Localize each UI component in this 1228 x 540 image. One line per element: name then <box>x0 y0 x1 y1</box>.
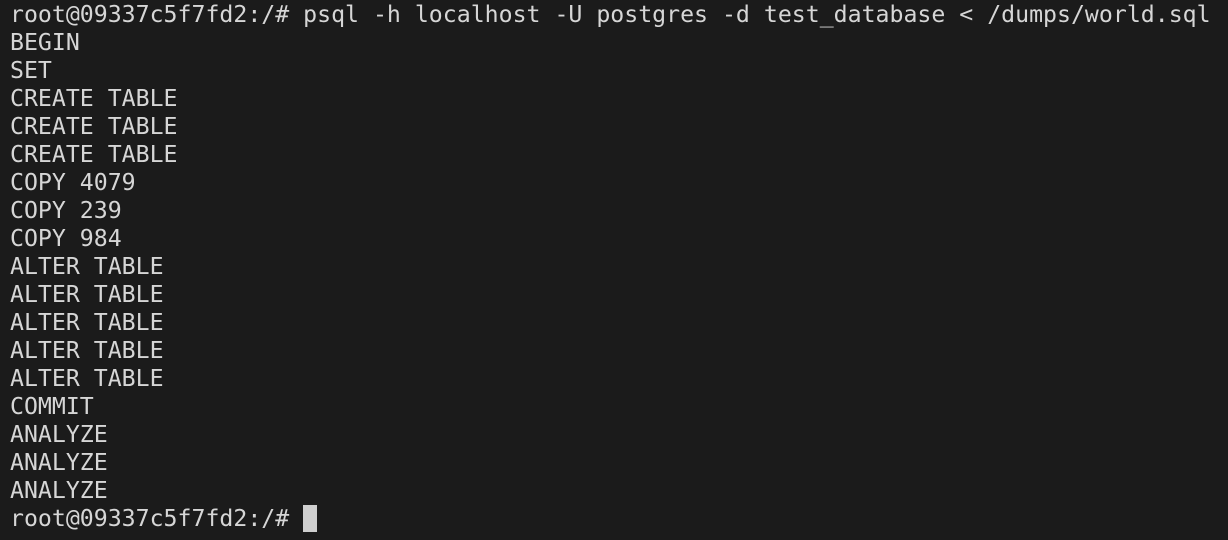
output-line: BEGIN <box>10 29 80 56</box>
output-line: COPY 239 <box>10 197 122 224</box>
command-text: psql -h localhost -U postgres -d test_da… <box>303 1 1211 28</box>
output-line: ALTER TABLE <box>10 365 164 392</box>
output-line: ANALYZE <box>10 421 108 448</box>
output-line: ALTER TABLE <box>10 281 164 308</box>
input-line[interactable]: root@09337c5f7fd2:/# <box>10 505 1228 533</box>
output-line: ALTER TABLE <box>10 337 164 364</box>
output-line: COPY 4079 <box>10 169 136 196</box>
output-line: ANALYZE <box>10 477 108 504</box>
text-cursor <box>303 505 318 532</box>
terminal-window[interactable]: root@09337c5f7fd2:/# psql -h localhost -… <box>0 0 1228 540</box>
output-line: COMMIT <box>10 393 94 420</box>
prompt: root@09337c5f7fd2:/# <box>10 505 304 532</box>
output-line: ALTER TABLE <box>10 253 164 280</box>
output-line: COPY 984 <box>10 225 122 252</box>
output-line: ANALYZE <box>10 449 108 476</box>
output-line: SET <box>10 57 52 84</box>
output-line: CREATE TABLE <box>10 113 178 140</box>
output-line: ALTER TABLE <box>10 309 164 336</box>
prompt: root@09337c5f7fd2:/# <box>10 1 304 28</box>
output-line: CREATE TABLE <box>10 85 178 112</box>
output-line: CREATE TABLE <box>10 141 178 168</box>
command-line: root@09337c5f7fd2:/# psql -h localhost -… <box>10 1 1228 29</box>
